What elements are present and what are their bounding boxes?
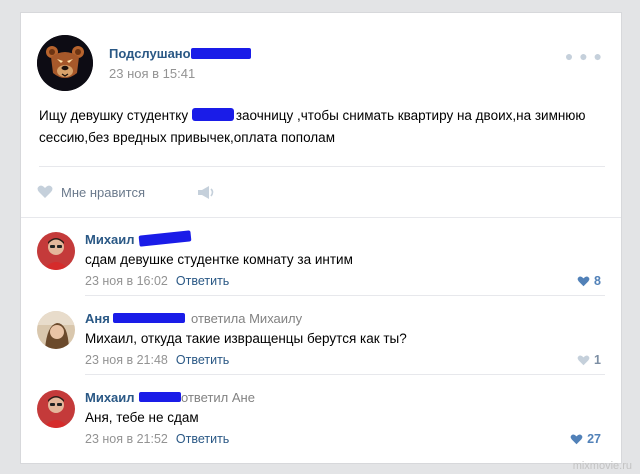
redaction-mark — [191, 48, 251, 59]
comment-meta: 23 ноя в 21:52 Ответить — [85, 432, 229, 446]
comment-item: Михаил сдам девушке студентке комнату за… — [21, 220, 621, 296]
post-author-link[interactable]: Подслушано — [109, 46, 191, 61]
post-card: Подслушано 23 ноя в 15:41 ● ● ● Ищу деву… — [20, 12, 622, 464]
comment-text: Михаил, откуда такие извращенцы берутся … — [85, 331, 407, 346]
comment-date-link[interactable]: 23 ноя в 21:52 — [85, 432, 168, 446]
avatar[interactable] — [37, 390, 75, 428]
comment-text: сдам девушке студентке комнату за интим — [85, 252, 353, 267]
comment-meta: 23 ноя в 21:48 Ответить — [85, 353, 229, 367]
comment-author-link[interactable]: Аня — [85, 311, 110, 326]
heart-icon — [577, 276, 590, 287]
more-icon[interactable]: ● ● ● — [565, 48, 603, 64]
comment-author-link[interactable]: Михаил — [85, 390, 135, 405]
reply-button[interactable]: Ответить — [176, 353, 229, 367]
like-button[interactable]: Мне нравится — [61, 185, 145, 200]
comment-divider — [85, 295, 605, 296]
comment-date-link[interactable]: 23 ноя в 16:02 — [85, 274, 168, 288]
watermark: mixmovie.ru — [572, 460, 632, 472]
heart-icon — [577, 355, 590, 366]
avatar[interactable] — [37, 311, 75, 349]
redaction-mark — [138, 230, 192, 247]
heart-icon[interactable] — [37, 185, 53, 199]
avatar[interactable] — [37, 232, 75, 270]
bear-avatar-icon[interactable] — [37, 35, 93, 91]
comments-divider — [21, 217, 621, 218]
reply-to-label[interactable]: ответил Ане — [181, 390, 255, 405]
reply-button[interactable]: Ответить — [176, 274, 229, 288]
reply-to-label[interactable]: ответила Михаилу — [191, 311, 302, 326]
share-icon[interactable] — [197, 184, 215, 200]
comment-like-button[interactable]: 1 — [577, 353, 601, 367]
comment-item: Михаил ответил Ане Аня, тебе не сдам 23 … — [21, 378, 621, 454]
comment-divider — [85, 374, 605, 375]
comment-like-button[interactable]: 27 — [570, 432, 601, 446]
redaction-mark — [113, 313, 185, 323]
comment-text: Аня, тебе не сдам — [85, 410, 199, 425]
post-header: Подслушано 23 ноя в 15:41 ● ● ● — [21, 13, 621, 93]
comment-author-link[interactable]: Михаил — [85, 232, 135, 247]
reply-button[interactable]: Ответить — [176, 432, 229, 446]
post-divider — [39, 166, 605, 167]
comment-like-button[interactable]: 8 — [577, 274, 601, 288]
post-text: Ищу девушку студентку заочницу ,чтобы сн… — [39, 108, 586, 145]
comment-item: Аня ответила Михаилу Михаил, откуда таки… — [21, 299, 621, 375]
comment-date-link[interactable]: 23 ноя в 21:48 — [85, 353, 168, 367]
comment-meta: 23 ноя в 16:02 Ответить — [85, 274, 229, 288]
redaction-mark — [139, 392, 181, 402]
post-date-link[interactable]: 23 ноя в 15:41 — [109, 66, 195, 81]
heart-icon — [570, 434, 583, 445]
redaction-mark — [191, 108, 234, 121]
